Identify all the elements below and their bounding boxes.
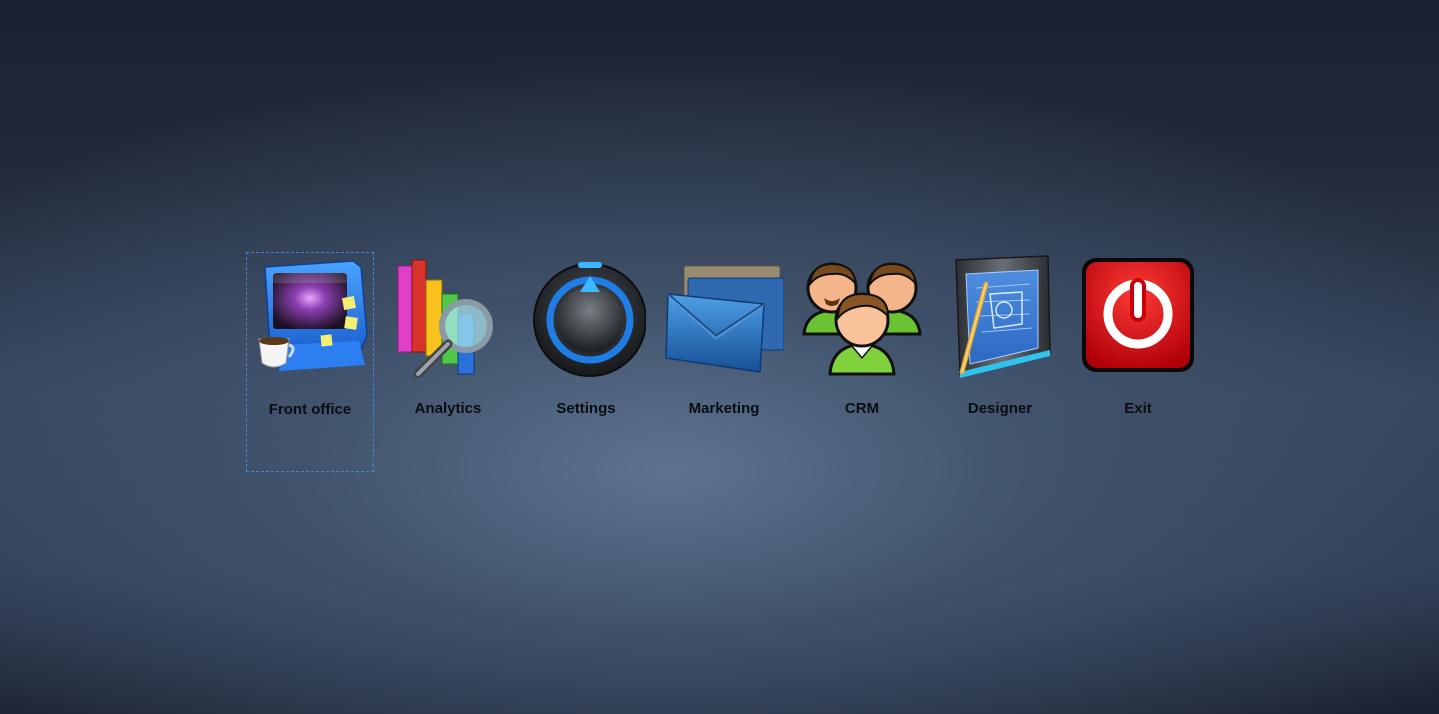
exit-icon [1078,254,1198,378]
launcher-item-analytics[interactable]: Analytics [384,252,512,472]
launcher-item-label: Settings [556,400,616,417]
launcher-item-crm[interactable]: CRM [798,252,926,472]
analytics-icon [388,254,508,379]
launcher-item-label: Marketing [688,400,760,417]
launcher-item-settings[interactable]: Settings [522,252,650,472]
launcher-item-designer[interactable]: Designer [936,252,1064,472]
crm-icon [802,254,922,378]
launcher-item-marketing[interactable]: Marketing [660,252,788,472]
front-office-icon [251,255,371,379]
marketing-icon [664,254,785,378]
launcher-item-label: Designer [967,400,1033,417]
launcher-item-label: Analytics [414,400,482,417]
launcher-item-exit[interactable]: Exit [1074,252,1202,472]
launcher-item-front-office[interactable]: Front office [246,252,374,472]
app-launcher: Front office Analytics Settings Marketin… [240,248,1210,478]
settings-icon [526,254,647,378]
launcher-item-label: CRM [844,400,880,417]
designer-icon [940,254,1060,378]
launcher-item-label: Exit [1124,400,1152,417]
launcher-item-label: Front office [268,401,352,418]
